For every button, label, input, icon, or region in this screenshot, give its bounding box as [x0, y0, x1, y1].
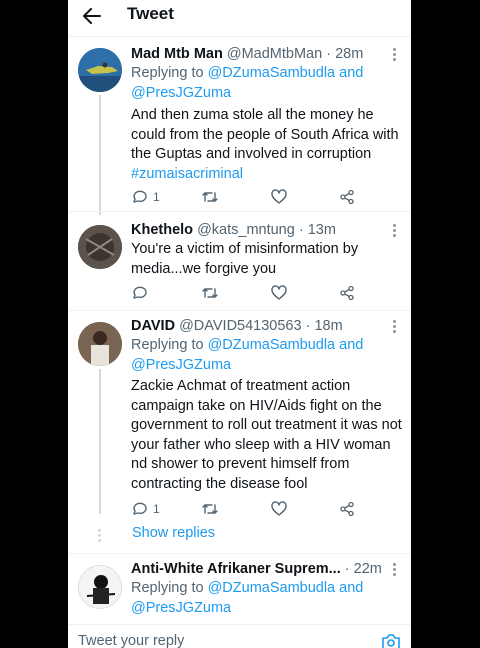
mention-and: and [335, 65, 364, 81]
author-handle[interactable]: @MadMtbMan [227, 46, 322, 62]
like-icon [271, 501, 287, 516]
share-button[interactable] [339, 499, 355, 519]
tweet-time[interactable]: 13m [308, 222, 336, 238]
avatar[interactable] [78, 322, 122, 366]
retweet-icon [202, 192, 218, 202]
mention-link[interactable]: @DZumaSambudla [208, 580, 336, 596]
like-icon [271, 285, 287, 300]
more-icon[interactable] [389, 563, 399, 577]
share-icon [340, 189, 354, 205]
author-name[interactable]: Khethelo [131, 222, 193, 238]
reply-button[interactable] [131, 283, 147, 303]
author-name[interactable]: Anti-White Afrikaner Suprem... [131, 561, 341, 577]
retweet-button[interactable] [201, 187, 219, 207]
retweet-icon [202, 288, 218, 298]
tweet-header: Khethelo @kats_mntung · 13m [131, 220, 401, 240]
reply-icon [133, 190, 147, 203]
mention-link[interactable]: @PresJGZuma [131, 357, 231, 373]
share-icon [340, 501, 354, 517]
separator: · [294, 222, 308, 238]
tweet-actions: 1 [131, 187, 361, 207]
tweet-item[interactable]: Mad Mtb Man @MadMtbMan · 28m Replying to… [68, 36, 411, 215]
mention-link[interactable]: @PresJGZuma [131, 600, 231, 616]
share-button[interactable] [339, 187, 355, 207]
hashtag-link[interactable]: #zumaisacriminal [131, 166, 243, 182]
more-icon[interactable] [389, 224, 399, 238]
share-button[interactable] [339, 283, 355, 303]
camera-icon[interactable] [381, 633, 401, 648]
tweet-text: And then zuma stole all the money he cou… [131, 106, 403, 184]
like-icon [271, 189, 287, 204]
tweet-item[interactable]: Anti-White Afrikaner Suprem... · 22m Rep… [68, 553, 411, 623]
share-icon [340, 285, 354, 301]
separator: · [340, 561, 354, 577]
tweet-text-content: And then zuma stole all the money he cou… [131, 107, 399, 162]
tweet-time[interactable]: 28m [335, 46, 363, 62]
mention-and: and [335, 580, 364, 596]
tweet-text: Zackie Achmat of treatment action campai… [131, 378, 402, 492]
tweet-header: Mad Mtb Man @MadMtbMan · 28m [131, 44, 401, 64]
separator: · [322, 46, 336, 62]
tweet-screen: Tweet Mad Mtb Man @MadMtbMan · 28m Reply… [68, 0, 411, 648]
author-handle[interactable]: @kats_mntung [197, 222, 295, 238]
replying-to-label: Replying to [131, 65, 208, 81]
tweet-item[interactable]: DAVID @DAVID54130563 · 18m Replying to @… [68, 310, 411, 552]
separator: · [301, 318, 315, 334]
retweet-button[interactable] [201, 283, 219, 303]
reply-button[interactable]: 1 [131, 499, 160, 519]
thread-line [99, 95, 101, 215]
thread-line [99, 369, 101, 514]
reply-bar [68, 624, 411, 648]
reply-count: 1 [153, 190, 160, 204]
replying-to-label: Replying to [131, 580, 208, 596]
replying-to-label: Replying to [131, 337, 208, 353]
reply-icon [133, 286, 147, 299]
reply-count: 1 [153, 502, 160, 516]
page-title: Tweet [127, 4, 174, 23]
avatar[interactable] [78, 48, 122, 92]
tweet-time[interactable]: 18m [314, 318, 342, 334]
tweet-time[interactable]: 22m [354, 561, 382, 577]
show-replies-link[interactable]: Show replies [132, 525, 215, 541]
reply-button[interactable]: 1 [131, 187, 160, 207]
author-name[interactable]: Mad Mtb Man [131, 46, 223, 62]
more-icon[interactable] [389, 48, 399, 62]
tweet-header: DAVID @DAVID54130563 · 18m [131, 316, 401, 336]
thread-dots [98, 529, 102, 544]
tweet-actions [131, 283, 361, 303]
author-name[interactable]: DAVID [131, 318, 175, 334]
avatar[interactable] [78, 565, 122, 609]
tweet-text: You're a victim of misinformation by med… [131, 241, 359, 277]
replying-to: Replying to @DZumaSambudla and @PresJGZum… [131, 579, 401, 618]
like-button[interactable] [271, 499, 287, 519]
reply-input[interactable] [78, 633, 358, 648]
arrow-left-icon[interactable] [80, 4, 104, 28]
top-bar: Tweet [68, 0, 411, 32]
retweet-button[interactable] [201, 499, 219, 519]
tweet-header: Anti-White Afrikaner Suprem... · 22m [131, 559, 401, 579]
mention-link[interactable]: @DZumaSambudla [208, 337, 336, 353]
reply-icon [133, 502, 147, 515]
author-handle[interactable]: @DAVID54130563 [179, 318, 301, 334]
like-button[interactable] [271, 283, 287, 303]
tweet-actions: 1 [131, 499, 361, 519]
like-button[interactable] [271, 187, 287, 207]
replying-to: Replying to @DZumaSambudla and @PresJGZum… [131, 64, 401, 103]
more-icon[interactable] [389, 320, 399, 334]
retweet-icon [202, 504, 218, 514]
avatar[interactable] [78, 225, 122, 269]
mention-link[interactable]: @DZumaSambudla [208, 65, 336, 81]
mention-and: and [335, 337, 364, 353]
replying-to: Replying to @DZumaSambudla and @PresJGZum… [131, 336, 401, 375]
tweet-item[interactable]: Khethelo @kats_mntung · 13m You're a vic… [68, 211, 411, 309]
mention-link[interactable]: @PresJGZuma [131, 85, 231, 101]
